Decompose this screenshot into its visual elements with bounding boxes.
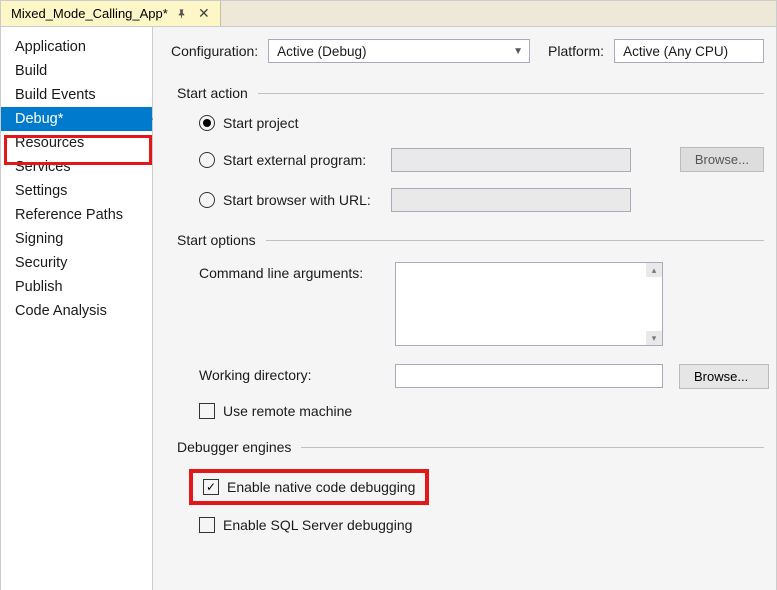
platform-label: Platform: [548,43,604,59]
native-debug-label: Enable native code debugging [227,479,415,495]
sidebar-item-code-analysis[interactable]: Code Analysis [1,299,152,323]
tab-title: Mixed_Mode_Calling_App* [11,6,168,21]
browse-external-button[interactable]: Browse... [680,147,764,172]
platform-value: Active (Any CPU) [623,44,728,59]
tab-bar: Mixed_Mode_Calling_App* ✕ [1,1,776,27]
document-tab[interactable]: Mixed_Mode_Calling_App* ✕ [1,1,221,26]
main-panel: Configuration: Active (Debug) ▼ Platform… [153,27,776,590]
close-icon[interactable]: ✕ [196,6,212,22]
divider [266,240,764,241]
sidebar-item-build-events[interactable]: Build Events [1,83,152,107]
configuration-value: Active (Debug) [277,44,366,59]
sidebar-item-resources[interactable]: Resources [1,131,152,155]
browser-url-input[interactable] [391,188,631,212]
section-title: Start options [177,232,256,248]
remote-machine-label: Use remote machine [223,403,352,419]
start-project-label: Start project [223,115,298,131]
sidebar-item-publish[interactable]: Publish [1,275,152,299]
start-project-radio[interactable] [199,115,215,131]
start-external-program-radio[interactable] [199,152,215,168]
pin-icon[interactable] [174,6,190,22]
sidebar-item-debug[interactable]: Debug* [1,107,152,131]
sidebar-item-reference-paths[interactable]: Reference Paths [1,203,152,227]
working-dir-input[interactable] [395,364,663,388]
divider [301,447,764,448]
start-external-label: Start external program: [223,152,383,168]
cli-args-textarea[interactable]: ▴ ▾ [395,262,663,346]
working-dir-label: Working directory: [199,364,379,383]
scroll-up-icon[interactable]: ▴ [646,263,662,277]
debugger-engines-section: Debugger engines Enable native code debu… [171,439,764,533]
sidebar-item-application[interactable]: Application [1,35,152,59]
sidebar: Application Build Build Events Debug* Re… [1,27,153,590]
section-title: Start action [177,85,248,101]
sidebar-item-settings[interactable]: Settings [1,179,152,203]
configuration-label: Configuration: [171,43,258,59]
sidebar-item-build[interactable]: Build [1,59,152,83]
start-browser-radio[interactable] [199,192,215,208]
sidebar-item-signing[interactable]: Signing [1,227,152,251]
cli-args-label: Command line arguments: [199,262,379,281]
configuration-dropdown[interactable]: Active (Debug) ▼ [268,39,530,63]
section-title: Debugger engines [177,439,291,455]
external-program-input[interactable] [391,148,631,172]
sql-debug-checkbox[interactable] [199,517,215,533]
start-action-section: Start action Start project Start externa… [171,85,764,212]
sql-debug-label: Enable SQL Server debugging [223,517,412,533]
native-debug-checkbox[interactable] [203,479,219,495]
browse-working-dir-button[interactable]: Browse... [679,364,769,389]
start-browser-label: Start browser with URL: [223,192,383,208]
platform-dropdown[interactable]: Active (Any CPU) [614,39,764,63]
sidebar-item-services[interactable]: Services [1,155,152,179]
native-debug-highlight-marker: Enable native code debugging [189,469,429,505]
start-options-section: Start options Command line arguments: ▴ … [171,232,764,419]
divider [258,93,764,94]
chevron-down-icon: ▼ [513,46,523,57]
remote-machine-checkbox[interactable] [199,403,215,419]
sidebar-item-security[interactable]: Security [1,251,152,275]
scroll-down-icon[interactable]: ▾ [646,331,662,345]
